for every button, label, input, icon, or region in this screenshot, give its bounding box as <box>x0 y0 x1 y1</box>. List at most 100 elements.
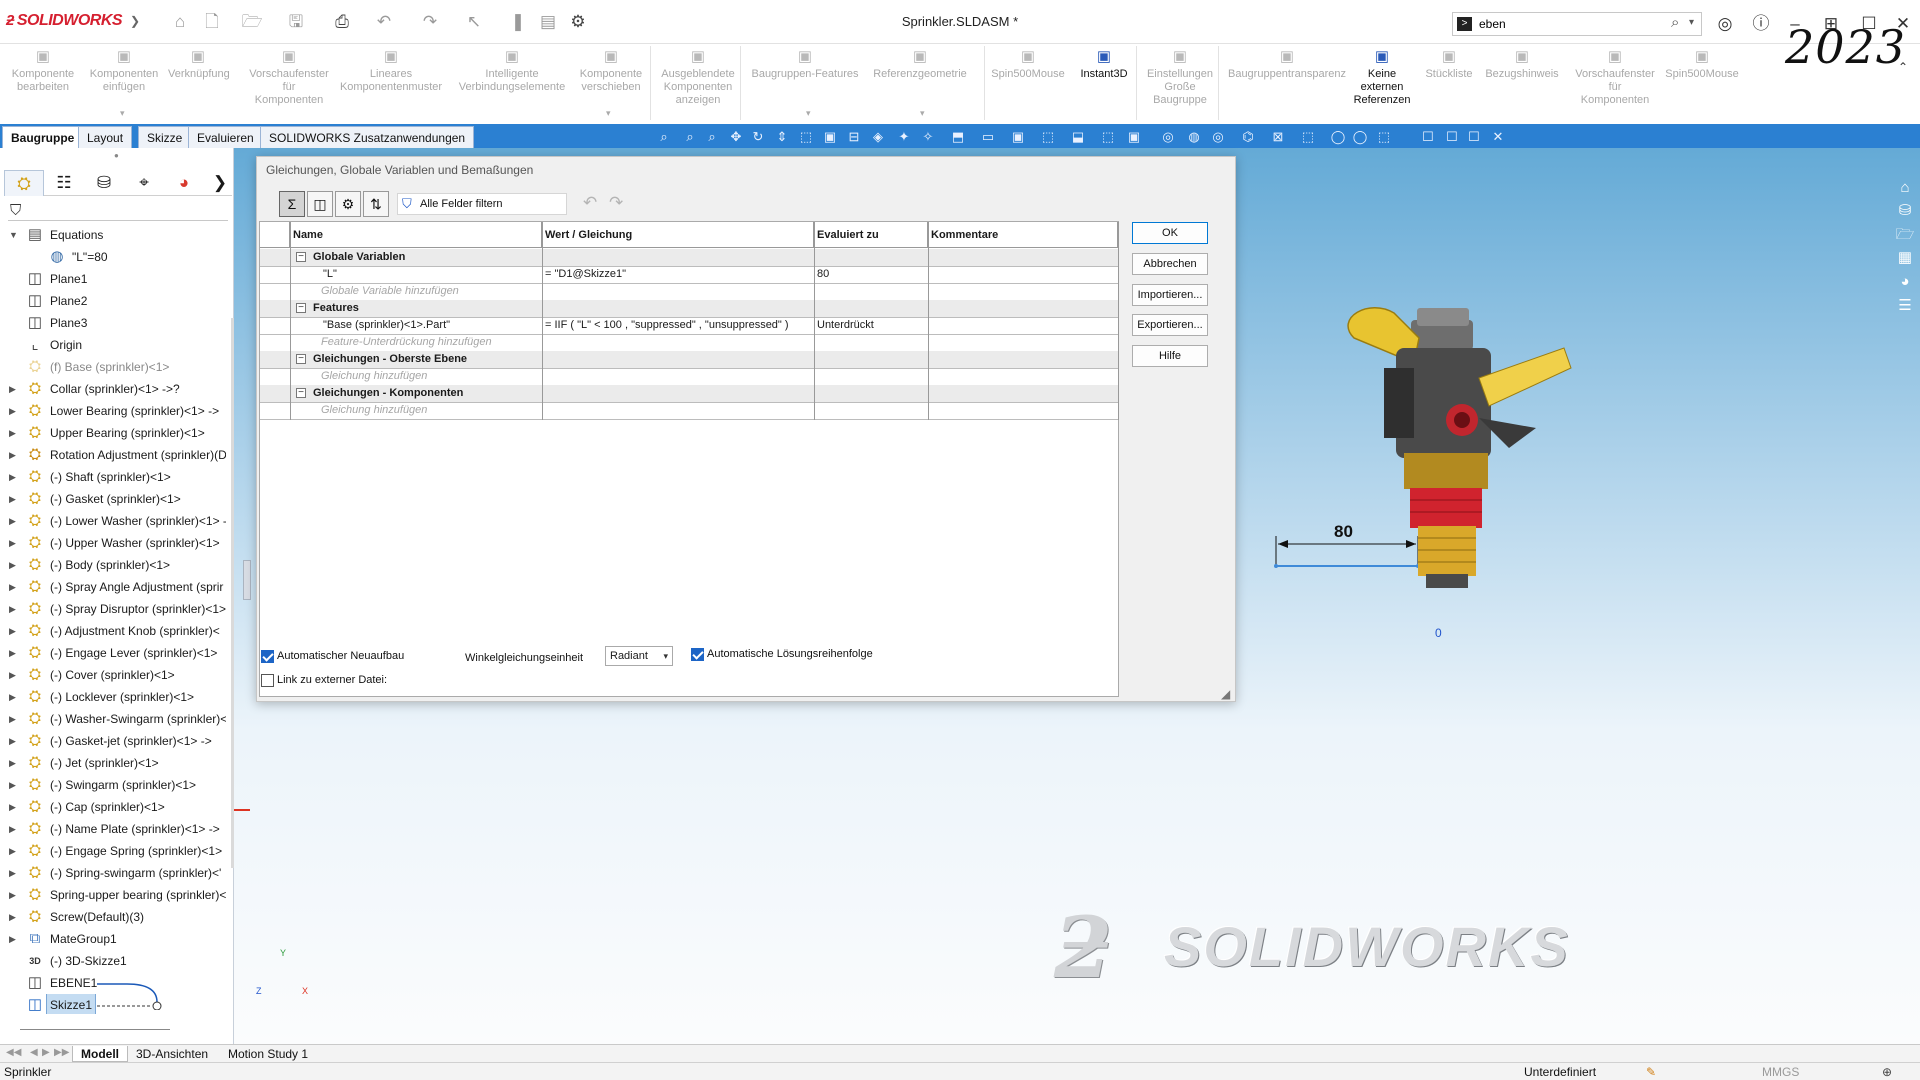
column-header[interactable]: Wert / Gleichung <box>542 222 814 248</box>
options-gear-icon[interactable]: ⚙ <box>566 10 590 34</box>
tree-item[interactable]: ▶ ⛭ Upper Bearing (sprinkler)<1> <box>0 422 226 444</box>
ribbon-button-show-hidden[interactable]: ▣ Ausgeblendete Komponenten anzeigen <box>658 48 738 107</box>
view-toolbar-icon[interactable]: ✦ <box>896 129 912 144</box>
view-palette-icon[interactable]: ▦ <box>1895 248 1915 268</box>
expand-chevron-icon[interactable]: ▶ <box>9 928 16 950</box>
expand-chevron-icon[interactable]: ▶ <box>9 686 16 708</box>
view-toolbar-icon[interactable]: ⬚ <box>798 129 814 144</box>
dialog-redo-icon[interactable]: ↷ <box>609 193 623 213</box>
chevron-down-icon[interactable]: ▾ <box>1689 17 1694 28</box>
new-document-icon[interactable]: 🗋 <box>200 10 224 34</box>
tree-item[interactable]: ▶ ⛭ Lower Bearing (sprinkler)<1> -> <box>0 400 226 422</box>
tree-item[interactable]: ◫ Plane3 <box>0 312 226 334</box>
tree-item[interactable]: ▶ ⛭ (-) Washer-Swingarm (sprinkler)< <box>0 708 226 730</box>
dimxpert-tab-icon[interactable]: ⌖ <box>124 170 164 196</box>
angle-unit-select[interactable]: Radiant ▾ <box>605 646 673 666</box>
comment-cell[interactable] <box>928 266 1118 283</box>
view-toolbar-icon[interactable]: ⌬ <box>1240 129 1256 144</box>
view-toolbar-icon[interactable]: ◎ <box>1160 129 1176 144</box>
sketch-equation-view-icon[interactable]: ◫ <box>307 191 333 217</box>
column-header[interactable]: Kommentare <box>928 222 1118 248</box>
tree-item[interactable]: ▶ ⛭ (-) Jet (sprinkler)<1> <box>0 752 226 774</box>
view-toolbar-icon[interactable]: ✥ <box>728 129 744 144</box>
filter-icon[interactable]: ⛉ <box>10 202 21 219</box>
collapse-section-icon[interactable]: − <box>296 388 306 398</box>
equation-cell[interactable]: = "D1@Skizze1" <box>542 266 814 283</box>
expand-chevron-icon[interactable]: ▶ <box>9 422 16 444</box>
tree-item[interactable]: ▶ ⛭ (-) Swingarm (sprinkler)<1> <box>0 774 226 796</box>
ribbon-button-mate[interactable]: ▣ Verknüpfung <box>168 48 230 81</box>
link-external-file-checkbox[interactable] <box>261 674 274 687</box>
collapse-ribbon-icon[interactable]: ⌃ <box>1898 60 1908 74</box>
view-toolbar-icon[interactable]: ◯ <box>1352 129 1368 144</box>
tree-item[interactable]: ▶ ⛭ Collar (sprinkler)<1> ->? <box>0 378 226 400</box>
view-toolbar-icon[interactable]: ◍ <box>1186 129 1202 144</box>
undo-icon[interactable]: ↶ <box>372 10 396 34</box>
add-entry-hint[interactable]: Feature-Unterdrückung hinzufügen <box>318 334 538 351</box>
expand-chevron-icon[interactable]: ▶ <box>9 906 16 928</box>
expand-chevron-icon[interactable]: ▶ <box>9 862 16 884</box>
view-toolbar-icon[interactable]: ⬚ <box>1040 129 1056 144</box>
tree-filter[interactable]: ⛉ <box>8 201 228 221</box>
search-icon[interactable]: ⌕ <box>1671 14 1679 31</box>
rebuild-status-icon[interactable]: ✎ <box>1646 1065 1656 1079</box>
view-toolbar-icon[interactable]: ◎ <box>1210 129 1226 144</box>
expand-chevron-icon[interactable]: ▶ <box>9 708 16 730</box>
view-toolbar-icon[interactable]: ▣ <box>1126 129 1142 144</box>
tree-item[interactable]: ▶ ⛭ (-) Engage Lever (sprinkler)<1> <box>0 642 226 664</box>
file-properties-icon[interactable]: ▤ <box>536 10 560 34</box>
first-tab-icon[interactable]: ◀◀ <box>6 1047 21 1058</box>
expand-chevron-icon[interactable]: ▶ <box>9 620 16 642</box>
configuration-manager-tab-icon[interactable]: ⛁ <box>84 170 124 196</box>
tree-scrollbar[interactable] <box>231 318 234 868</box>
view-toolbar-icon[interactable]: ☐ <box>1466 129 1482 144</box>
ribbon-button-no-external-references[interactable]: ▣ Keine externen Referenzen <box>1352 48 1412 107</box>
resize-grip-icon[interactable]: ◢ <box>1221 687 1230 701</box>
add-entry-hint[interactable]: Globale Variable hinzufügen <box>318 283 538 300</box>
tree-item[interactable]: ▶ ⛭ (-) Spray Disruptor (sprinkler)<1> <box>0 598 226 620</box>
view-toolbar-icon[interactable]: ⊠ <box>1270 129 1286 144</box>
expand-chevron-icon[interactable]: ▶ <box>9 554 16 576</box>
auto-solve-order-checkbox[interactable] <box>691 648 704 661</box>
view-toolbar-icon[interactable]: ⬚ <box>1100 129 1116 144</box>
cancel-button[interactable]: Abbrechen <box>1132 253 1208 275</box>
add-entry-hint[interactable]: Gleichung hinzufügen <box>318 402 538 419</box>
view-toolbar-icon[interactable]: ◯ <box>1330 129 1346 144</box>
print-icon[interactable]: ⎙ <box>330 10 354 34</box>
equation-cell[interactable]: = IIF ( "L" < 100 , "suppressed" , "unsu… <box>542 317 814 334</box>
view-toolbar-icon[interactable]: ▣ <box>1010 129 1026 144</box>
filter-all-fields[interactable]: ⛉ Alle Felder filtern <box>397 193 567 215</box>
command-tab[interactable]: Evaluieren <box>188 126 263 148</box>
rebuild-icon[interactable]: ❚ <box>506 10 530 34</box>
ribbon-button-balloon[interactable]: ▣ Bezugshinweis <box>1484 48 1560 81</box>
expand-chevron-icon[interactable]: ▶ <box>9 488 16 510</box>
ribbon-button-reference-geometry[interactable]: ▣ Referenzgeometrie <box>870 48 970 81</box>
expand-chevron-icon[interactable]: ▶ <box>9 532 16 554</box>
status-units[interactable]: MMGS <box>1762 1065 1799 1079</box>
tree-item[interactable]: ▶ ⛭ (-) Upper Washer (sprinkler)<1> <box>0 532 226 554</box>
solidworks-logo[interactable]: ƻ SOLIDWORKS <box>6 12 123 30</box>
variable-name-cell[interactable]: "L" <box>320 266 540 283</box>
view-toolbar-icon[interactable]: ⬒ <box>950 129 966 144</box>
tree-item[interactable]: ▶ ⛭ (-) Cap (sprinkler)<1> <box>0 796 226 818</box>
tree-item[interactable]: ▶ ⧉ MateGroup1 <box>0 928 226 950</box>
tree-item[interactable]: ▶ ⛭ (-) Gasket-jet (sprinkler)<1> -> <box>0 730 226 752</box>
design-library-icon[interactable]: ⛁ <box>1895 201 1915 221</box>
view-toolbar-icon[interactable]: ⬓ <box>1070 129 1086 144</box>
tree-item[interactable]: ⌞ Origin <box>0 334 226 356</box>
last-tab-icon[interactable]: ▶▶ <box>54 1047 69 1058</box>
next-tab-icon[interactable]: ▶ <box>42 1047 50 1058</box>
export-button[interactable]: Exportieren... <box>1132 314 1208 336</box>
tree-item[interactable]: 3D (-) 3D-Skizze1 <box>0 950 226 972</box>
resources-home-icon[interactable]: ⌂ <box>1895 178 1915 198</box>
document-tab[interactable]: 3D-Ansichten <box>128 1046 216 1062</box>
view-toolbar-icon[interactable]: ✧ <box>920 129 936 144</box>
collapse-chevron-icon[interactable]: ▼ <box>9 224 18 246</box>
collapse-section-icon[interactable]: − <box>296 303 306 313</box>
menu-expand-icon[interactable]: ❯ <box>130 14 140 28</box>
tree-item[interactable]: ▶ ⛭ (-) Gasket (sprinkler)<1> <box>0 488 226 510</box>
tree-item[interactable]: ◫ Plane2 <box>0 290 226 312</box>
panel-splitter-handle[interactable] <box>243 560 251 600</box>
tree-item[interactable]: ▶ ⛭ (-) Adjustment Knob (sprinkler)< <box>0 620 226 642</box>
user-account-icon[interactable]: ◎ <box>1712 12 1738 36</box>
